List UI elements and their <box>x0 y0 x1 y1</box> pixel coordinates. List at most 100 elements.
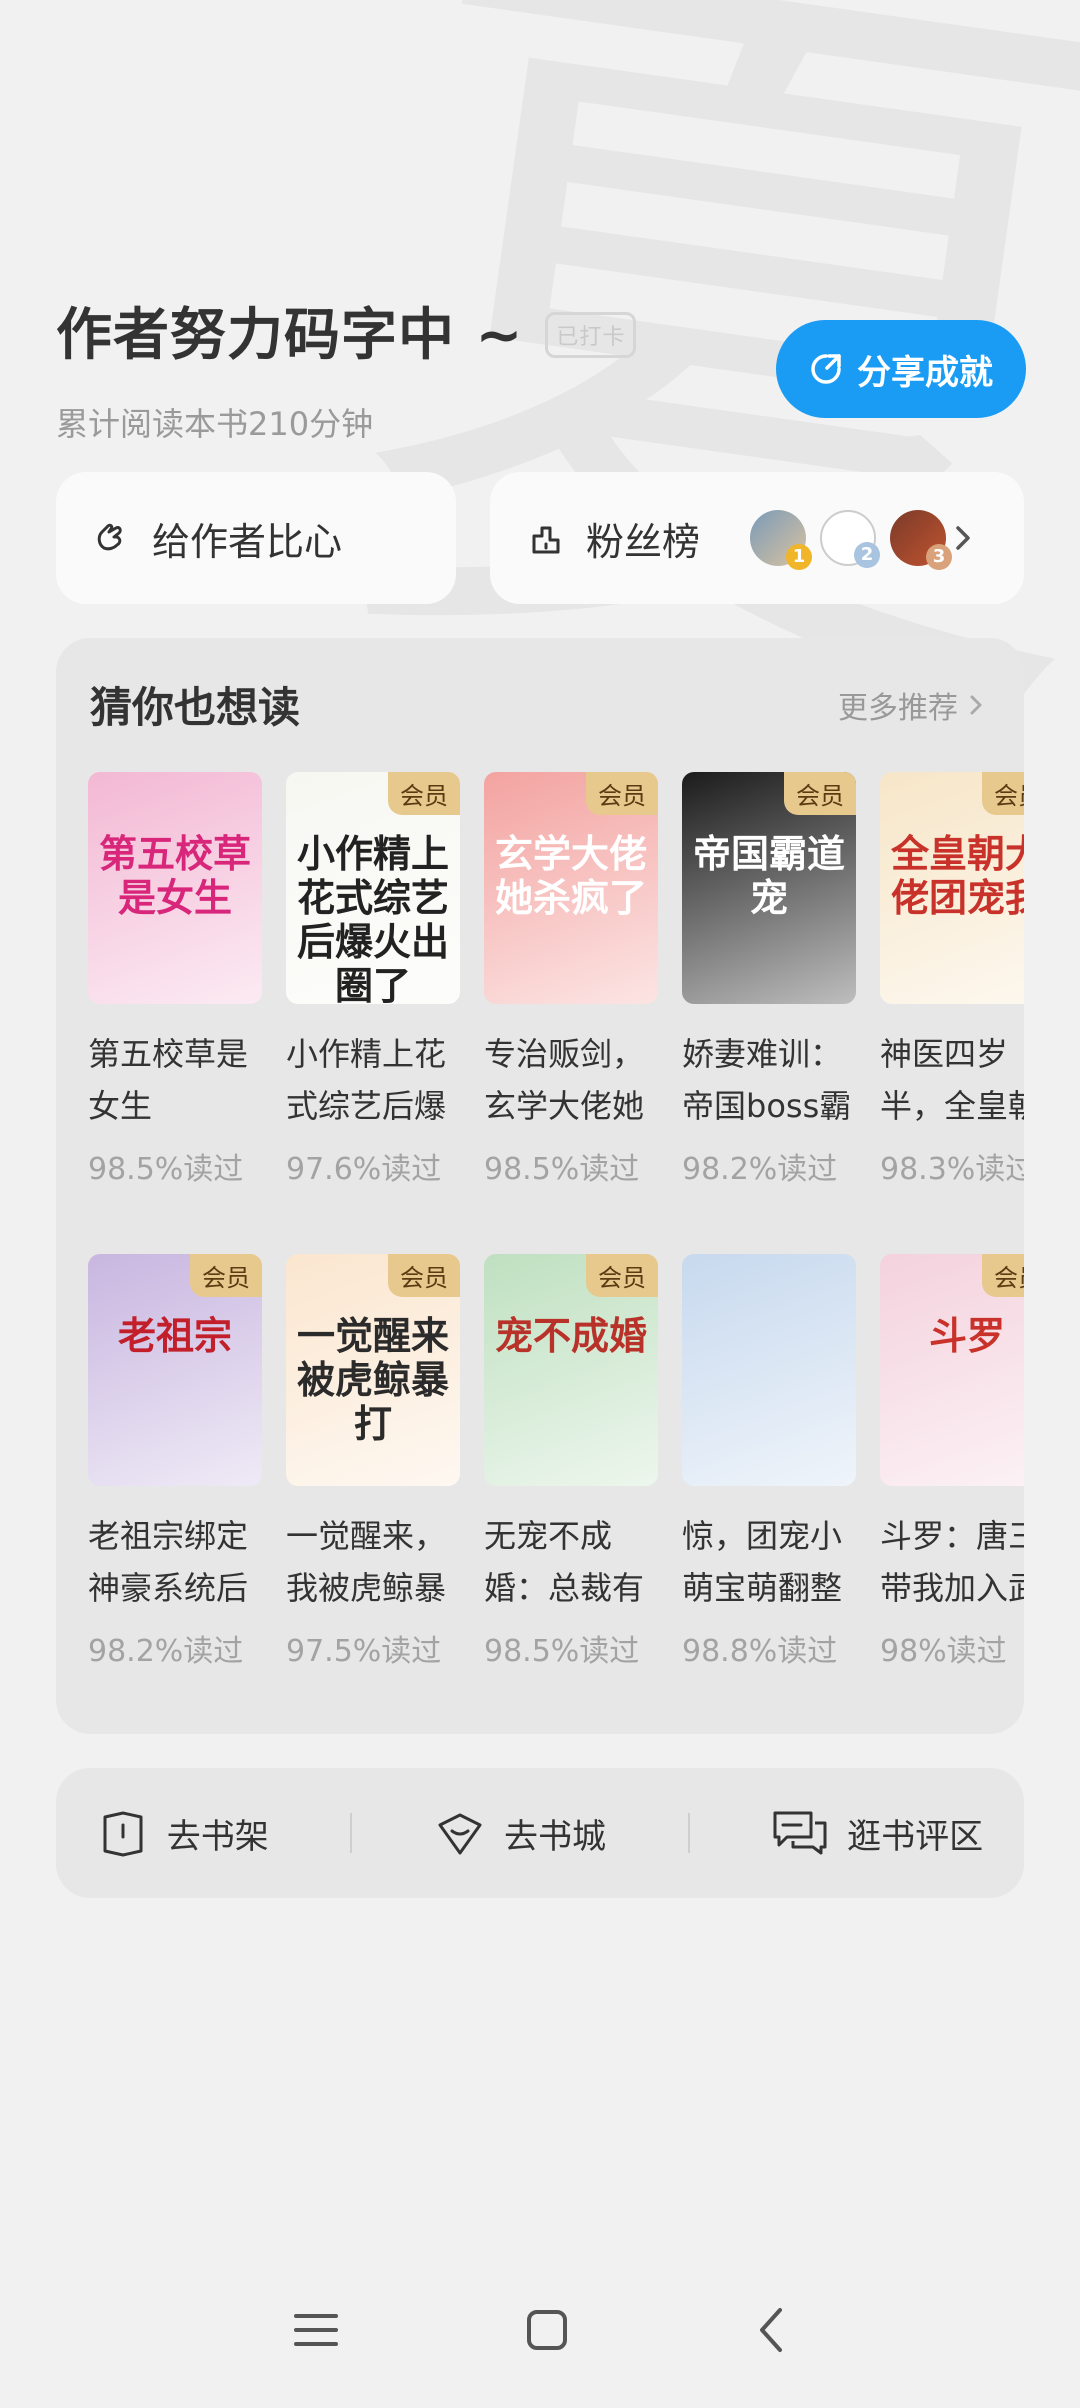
home-button[interactable] <box>525 2308 569 2352</box>
cover-title-art: 宠不成婚 <box>494 1313 647 1358</box>
vip-badge: 会员 <box>784 772 856 815</box>
share-achievement-button[interactable]: 分享成就 <box>776 320 1026 418</box>
book-cover[interactable]: 玄学大佬她杀疯了 会员 <box>484 772 658 1004</box>
book-card[interactable]: 全皇朝大佬团宠我 会员神医四岁半，全皇朝 98.3%读过 <box>880 772 1024 1188</box>
action-row: 给作者比心 粉丝榜 1 2 3 <box>56 472 1024 604</box>
book-cover[interactable]: 全皇朝大佬团宠我 会员 <box>880 772 1024 1004</box>
read-percentage: 98.3%读过 <box>880 1152 1024 1187</box>
book-title-line: 惊，团宠小 <box>682 1517 843 1555</box>
book-cover[interactable]: 帝国霸道宠 会员 <box>682 772 856 1004</box>
bookshelf-label: 去书架 <box>166 1816 269 1857</box>
read-percentage: 98%读过 <box>880 1634 1007 1669</box>
book-card[interactable]: 老祖宗 会员老祖宗绑定神豪系统后 98.2%读过 <box>88 1254 262 1670</box>
read-percentage: 98.5%读过 <box>484 1152 640 1187</box>
book-title: 第五校草是 女生 <box>88 1028 262 1132</box>
vip-badge: 会员 <box>190 1254 262 1297</box>
go-bookstore-button[interactable]: 去书城 <box>434 1807 606 1859</box>
read-percentage: 97.6%读过 <box>286 1152 442 1187</box>
book-title-line: 神豪系统后 <box>88 1569 249 1607</box>
bookstore-icon <box>438 1813 482 1855</box>
book-title-line: 带我加入武 <box>880 1569 1024 1607</box>
system-navigation-bar <box>0 2280 1080 2380</box>
finger-heart-icon <box>97 523 122 551</box>
book-title-line: 一觉醒来， <box>286 1517 447 1555</box>
book-card[interactable]: 第五校草是女生 第五校草是 女生 98.5%读过 <box>88 772 262 1188</box>
read-percentage: 97.5%读过 <box>286 1634 442 1669</box>
divider <box>687 1813 690 1853</box>
cover-title-art: 第五校草是女生 <box>98 831 251 920</box>
avatar: 2 <box>820 510 880 568</box>
share-label: 分享成就 <box>857 352 993 393</box>
back-button[interactable] <box>756 2306 786 2354</box>
read-percentage: 98.2%读过 <box>88 1634 244 1669</box>
book-cover[interactable]: 小作精上花式综艺后爆火出圈了 会员 <box>286 772 460 1004</box>
book-title-line: 斗罗：唐三 <box>880 1517 1024 1555</box>
book-card[interactable]: 宠不成婚 会员无宠不成婚：总裁有 98.5%读过 <box>484 1254 658 1670</box>
book-title-line: 神医四岁 <box>880 1035 1009 1073</box>
give-heart-label: 给作者比心 <box>152 519 343 564</box>
go-bookshelf-button[interactable]: 去书架 <box>97 1807 269 1859</box>
cover-title-art: 全皇朝大佬团宠我 <box>890 831 1024 920</box>
book-cover[interactable]: 第五校草是女生 <box>88 772 262 1004</box>
book-title-line: 娇妻难训： <box>682 1035 843 1073</box>
book-title-line: 小作精上花 <box>286 1035 447 1073</box>
cover-title-art: 帝国霸道宠 <box>692 831 845 920</box>
give-heart-button[interactable]: 给作者比心 <box>56 472 456 604</box>
book-title: 小作精上花 式综艺后爆 <box>286 1028 460 1132</box>
book-card[interactable]: 斗罗 会员斗罗：唐三带我加入武 98%读过 <box>880 1254 1024 1670</box>
bookstore-label: 去书城 <box>503 1816 606 1857</box>
vip-badge: 会员 <box>388 1254 460 1297</box>
book-card[interactable]: 帝国霸道宠 会员 娇妻难训： 帝国boss霸 98.2%读过 <box>682 772 856 1188</box>
book-title-line: 无宠不成 <box>484 1517 613 1555</box>
book-title: 专治贩剑， 玄学大佬她 <box>484 1028 658 1132</box>
bookshelf-icon <box>103 1811 143 1857</box>
book-card[interactable]: 一觉醒来被虎鲸暴打 会员一觉醒来， 我被虎鲸暴 97.5%读过 <box>286 1254 460 1670</box>
recent-apps-button[interactable] <box>293 2310 338 2350</box>
book-title: 娇妻难训： 帝国boss霸 <box>682 1028 856 1132</box>
book-card[interactable]: 小作精上花式综艺后爆火出圈了 会员小作精上花 式综艺后爆 97.6%读过 <box>286 772 460 1188</box>
avatar: 1 <box>750 510 812 570</box>
checked-in-stamp: 已打卡 <box>545 311 637 358</box>
top-fans-avatars: 1 2 3 <box>750 510 952 570</box>
fans-ranking-button[interactable]: 粉丝榜 1 2 3 <box>490 472 1024 604</box>
cover-title-art: 玄学大佬她杀疯了 <box>494 831 647 920</box>
fans-ranking-label: 粉丝榜 <box>586 519 701 564</box>
book-card[interactable]: 惊，团宠小 萌宝萌翻整 98.8%读过 <box>682 1254 856 1670</box>
book-row: 老祖宗 会员 老祖宗绑定 神豪系统后 98.2%读过 一觉醒来被虎鲸暴打 会员 一觉醒来， 我被… <box>88 1254 1024 1670</box>
rank-badge: 3 <box>926 544 952 570</box>
book-cover[interactable] <box>682 1254 856 1486</box>
read-percentage: 98.5%读过 <box>484 1634 640 1669</box>
book-reviews-label: 逛书评区 <box>847 1816 984 1857</box>
book-title-line: 婚：总裁有 <box>484 1569 645 1607</box>
cover-title-art: 老祖宗 <box>117 1313 232 1358</box>
cover-title-art: 小作精上花式综艺后爆火出圈了 <box>296 831 449 1005</box>
book-title-line: 玄学大佬她 <box>484 1087 645 1125</box>
book-reviews-button[interactable]: 逛书评区 <box>771 1807 983 1859</box>
book-title: 老祖宗绑定神豪系统后 <box>88 1510 262 1614</box>
chevron-right-icon <box>970 695 982 714</box>
cover-title-art: 斗罗 <box>928 1313 1005 1358</box>
book-title-line: 专治贩剑， <box>484 1035 645 1073</box>
book-card[interactable]: 玄学大佬她杀疯了 会员专治贩剑， 玄学大佬她 98.5%读过 <box>484 772 658 1188</box>
book-title: 斗罗：唐三带我加入武 <box>880 1510 1024 1614</box>
recommendation-title: 猜你也想读 <box>90 683 301 732</box>
more-recommendations-link[interactable]: 更多推荐 <box>838 683 984 727</box>
vip-badge: 会员 <box>388 772 460 815</box>
recommendation-panel: 猜你也想读 更多推荐 第五校草是女生 第五校草是 女生 98.5%读过 小作精上花式综艺… <box>56 638 1024 1734</box>
page-title: 作者努力码字中 ~ <box>56 303 524 368</box>
book-title: 一觉醒来， 我被虎鲸暴 <box>286 1510 460 1614</box>
read-percentage: 98.5%读过 <box>88 1152 244 1187</box>
book-cover[interactable]: 老祖宗 会员 <box>88 1254 262 1486</box>
cover-title-art: 一觉醒来被虎鲸暴打 <box>296 1313 449 1446</box>
book-title-line: 老祖宗绑定 <box>88 1517 249 1555</box>
more-label: 更多推荐 <box>838 690 958 726</box>
book-title-line: 第五校草是 <box>88 1035 249 1073</box>
book-cover[interactable]: 宠不成婚 会员 <box>484 1254 658 1486</box>
book-cover[interactable]: 一觉醒来被虎鲸暴打 会员 <box>286 1254 460 1486</box>
book-cover[interactable]: 斗罗 会员 <box>880 1254 1024 1486</box>
book-title-line: 女生 <box>88 1087 153 1125</box>
book-title: 神医四岁半，全皇朝 <box>880 1028 1024 1132</box>
achievement-header: 作者努力码字中 ~ 已打卡 累计阅读本书210分钟 分享成就 <box>56 290 1026 450</box>
chevron-right-icon <box>956 526 970 550</box>
book-title-line: 我被虎鲸暴 <box>286 1569 447 1607</box>
